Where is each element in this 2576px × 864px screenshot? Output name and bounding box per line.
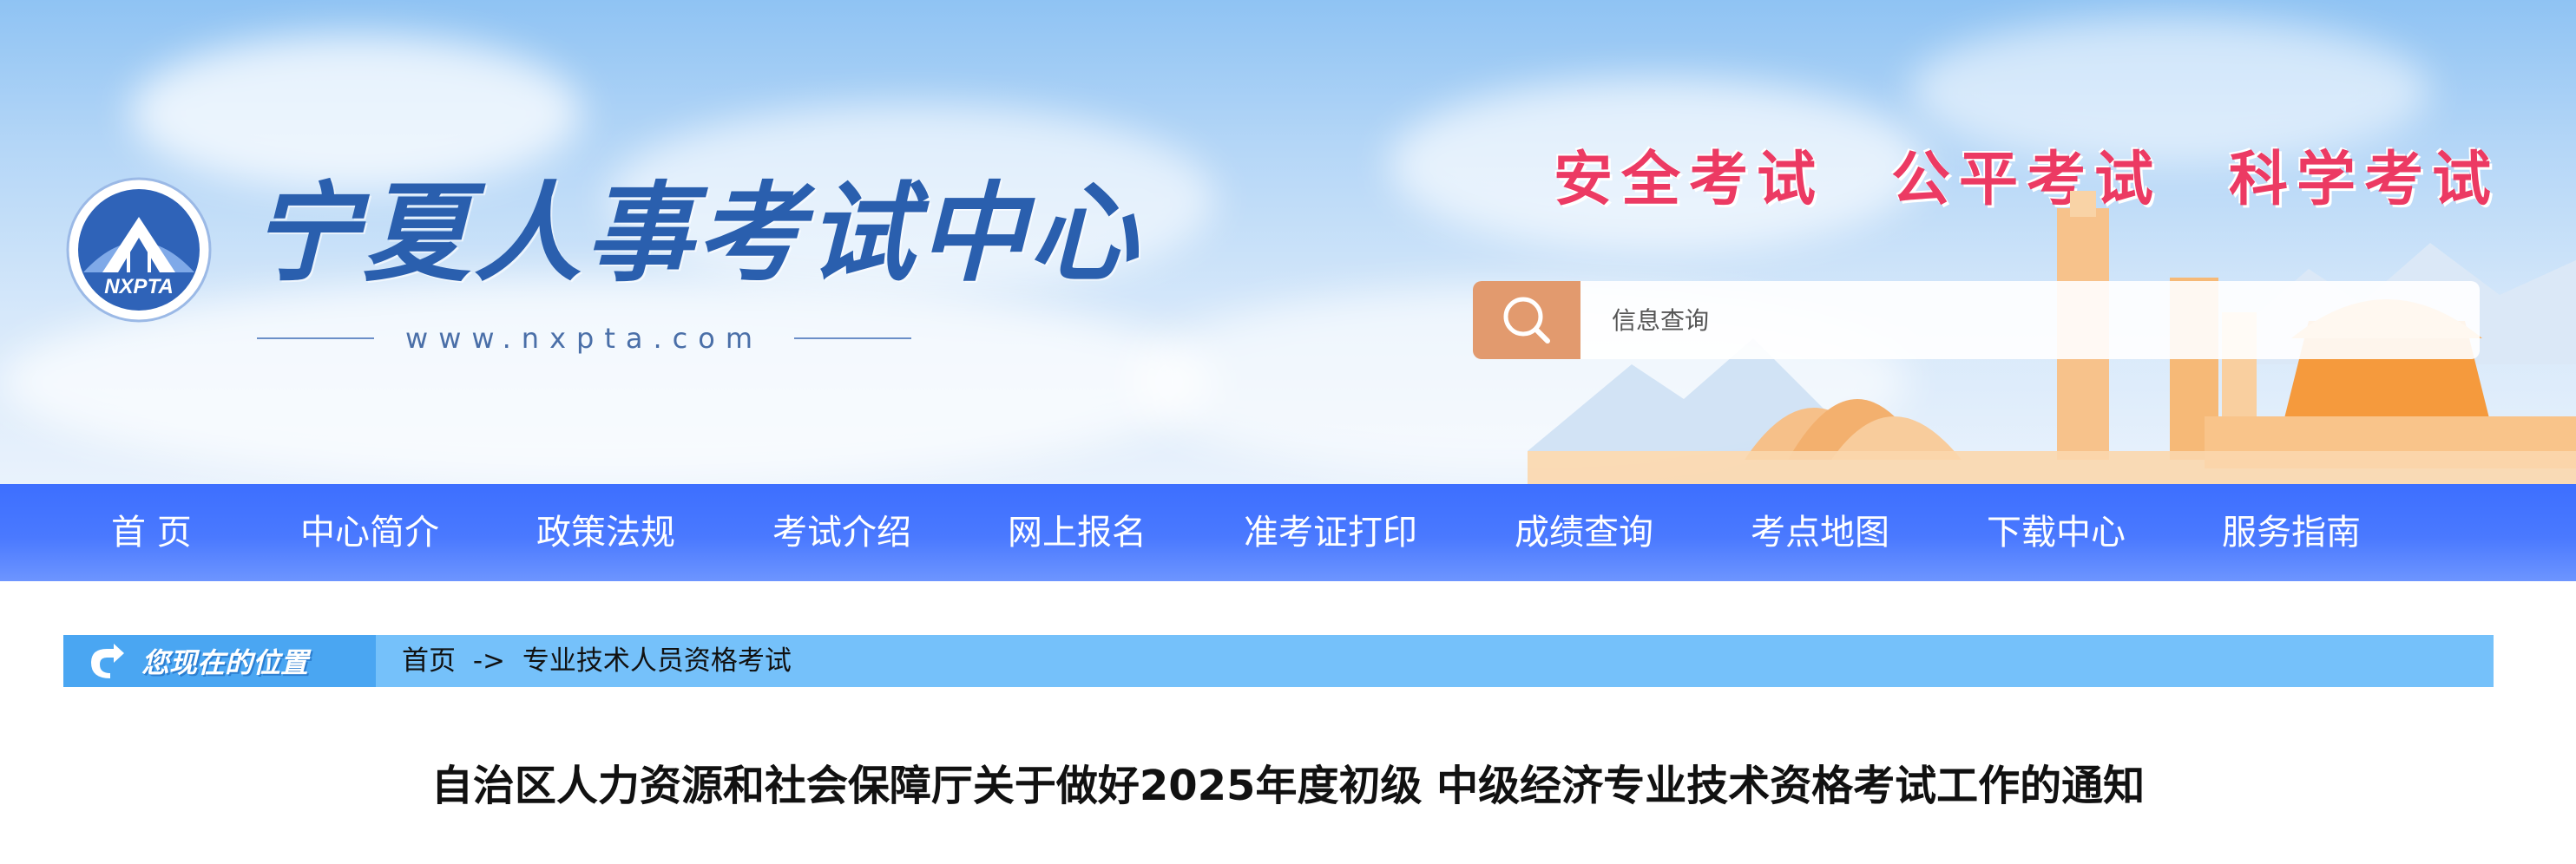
logo-text: NXPTA (104, 275, 174, 298)
nav-item-about[interactable]: 中心简介 (300, 484, 439, 581)
breadcrumb-home-link[interactable]: 首页 (402, 645, 456, 677)
nav-item-exams[interactable]: 考试介绍 (772, 484, 911, 581)
breadcrumb-separator: -> (472, 645, 506, 677)
breadcrumb: 您现在的位置 首页 -> 专业技术人员资格考试 (63, 635, 2494, 687)
nav-item-registration[interactable]: 网上报名 (1008, 484, 1147, 581)
site-logo[interactable]: NXPTA (66, 177, 212, 323)
breadcrumb-path: 首页 -> 专业技术人员资格考试 (402, 635, 792, 687)
location-label: 您现在的位置 (141, 646, 309, 679)
location-label-tab: 您现在的位置 (63, 635, 376, 687)
return-arrow-icon (91, 644, 124, 678)
article-title: 自治区人力资源和社会保障厅关于做好2025年度初级 中级经济专业技术资格考试工作… (430, 762, 2146, 810)
search-button[interactable] (1473, 281, 1580, 359)
nav-item-service-guide[interactable]: 服务指南 (2222, 484, 2361, 581)
main-nav: 首 页 中心简介 政策法规 考试介绍 网上报名 准考证打印 成绩查询 考点地图 … (0, 484, 2576, 581)
search-icon (1503, 297, 1550, 344)
site-url: www.nxpta.com (405, 322, 763, 355)
nav-item-policy[interactable]: 政策法规 (536, 484, 675, 581)
breadcrumb-current-link[interactable]: 专业技术人员资格考试 (522, 645, 792, 677)
nav-item-test-site-map[interactable]: 考点地图 (1751, 484, 1889, 581)
nav-item-admission-ticket[interactable]: 准考证打印 (1244, 484, 1417, 581)
nav-item-scores[interactable]: 成绩查询 (1515, 484, 1653, 581)
search-bar (1473, 281, 2480, 359)
divider (793, 337, 912, 339)
divider (257, 337, 375, 339)
nav-item-downloads[interactable]: 下载中心 (1987, 484, 2126, 581)
search-input[interactable] (1580, 281, 2480, 359)
site-name: 宁夏人事考试中心 (252, 171, 1141, 297)
site-header: NXPTA 宁夏人事考试中心 www.nxpta.com 安全考试 公平考试 科… (0, 0, 2576, 484)
site-url-line: www.nxpta.com (257, 321, 912, 356)
nav-item-home[interactable]: 首 页 (111, 484, 192, 581)
